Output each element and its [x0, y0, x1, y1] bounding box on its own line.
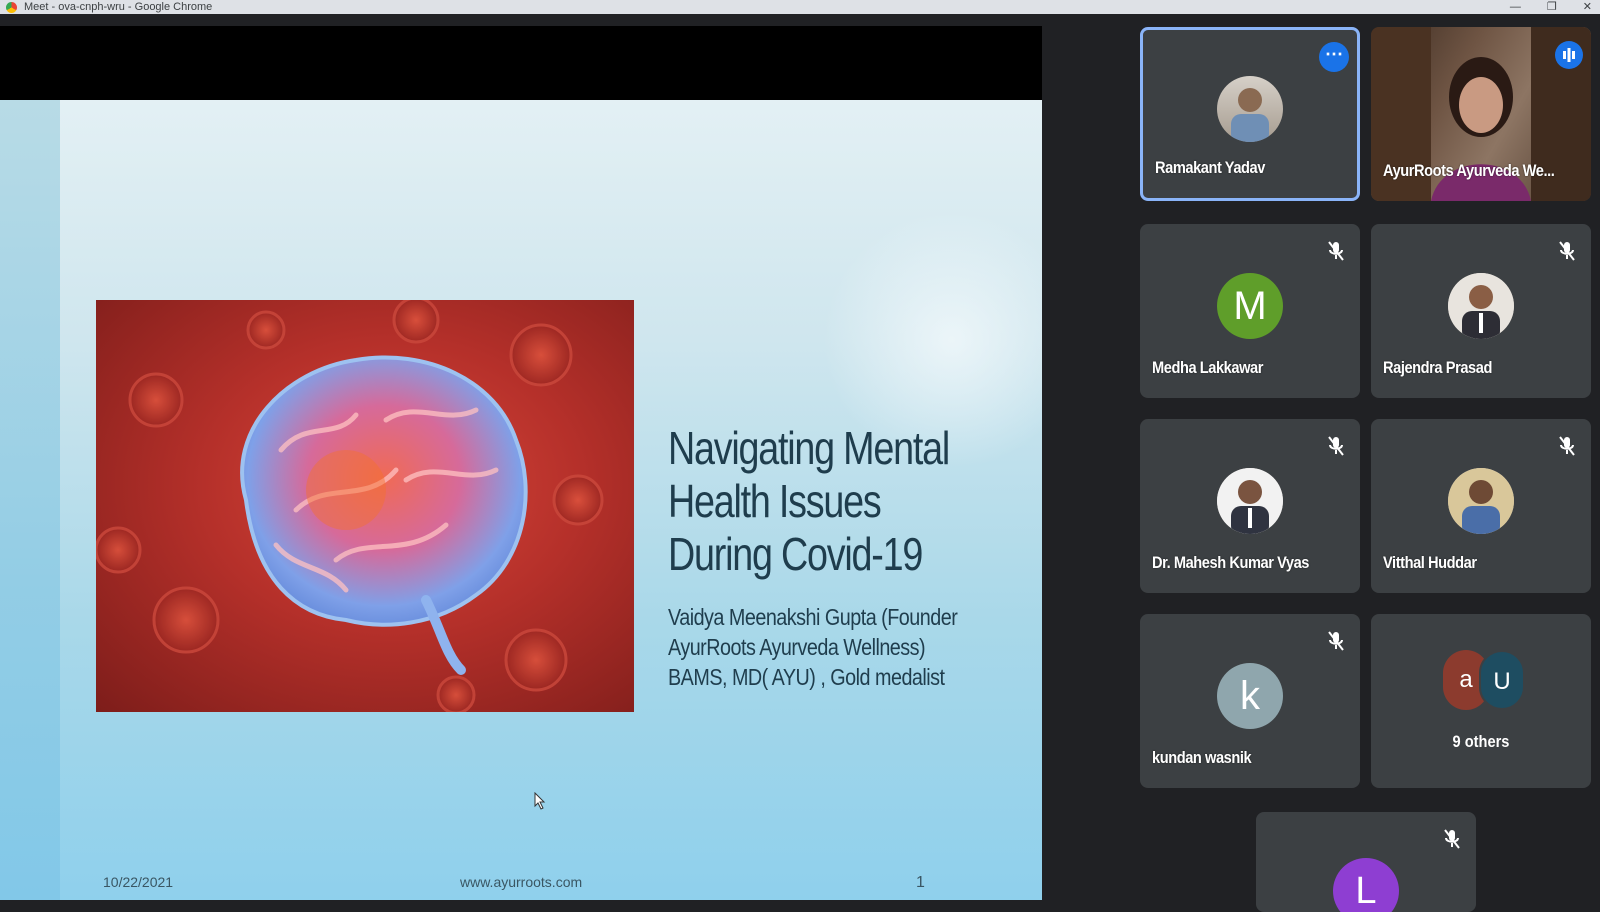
- window-controls: — ❐ ✕: [1510, 0, 1592, 14]
- avatar: [1448, 273, 1514, 339]
- slide-footer-url: www.ayurroots.com: [460, 874, 583, 890]
- minimize-icon[interactable]: —: [1510, 0, 1521, 14]
- brain-virus-image: [96, 300, 634, 712]
- slide-title-line: Health Issues: [668, 475, 882, 527]
- participant-tile[interactable]: ⋯ Ramakant Yadav: [1140, 27, 1360, 201]
- mouse-cursor-icon: [534, 791, 546, 815]
- participant-name: Medha Lakkawar: [1152, 358, 1263, 377]
- slide-footer-date: 10/22/2021: [103, 874, 174, 890]
- slide-left-band: [0, 100, 60, 900]
- participant-tile[interactable]: L: [1256, 812, 1476, 912]
- restore-icon[interactable]: ❐: [1547, 0, 1557, 14]
- participant-tile[interactable]: Rajendra Prasad: [1371, 224, 1591, 398]
- slide-page-number: 1: [916, 874, 925, 891]
- avatar: U: [1479, 650, 1525, 710]
- presentation-slide: Navigating Mental Health Issues During C…: [0, 100, 1042, 900]
- participant-tile[interactable]: Vitthal Huddar: [1371, 419, 1591, 593]
- speaking-indicator-icon: [1555, 41, 1583, 69]
- others-avatars: a U: [1443, 650, 1525, 710]
- presentation-letterbox: [0, 26, 1042, 100]
- slide-subtitle-line: Vaidya Meenakshi Gupta (Founder: [668, 604, 958, 630]
- mic-off-icon: [1326, 240, 1346, 262]
- slide-title-line: During Covid-19: [668, 528, 923, 580]
- participant-name: Vitthal Huddar: [1383, 553, 1477, 572]
- avatar: [1217, 468, 1283, 534]
- participant-tile[interactable]: AyurRoots Ayurveda We...: [1371, 27, 1591, 201]
- avatar: L: [1333, 858, 1399, 912]
- participant-name: Dr. Mahesh Kumar Vyas: [1152, 553, 1310, 572]
- mic-off-icon: [1326, 435, 1346, 457]
- others-count: 9 others: [1452, 732, 1510, 751]
- browser-title-bar: Meet - ova-cnph-wru - Google Chrome — ❐ …: [0, 0, 1600, 14]
- mic-off-icon: [1326, 630, 1346, 652]
- avatar: [1217, 76, 1283, 142]
- close-icon[interactable]: ✕: [1583, 0, 1592, 14]
- slide-subtitle-line: BAMS, MD( AYU) , Gold medalist: [668, 664, 945, 690]
- participant-tile[interactable]: Dr. Mahesh Kumar Vyas: [1140, 419, 1360, 593]
- participant-name: AyurRoots Ayurveda We...: [1383, 161, 1555, 180]
- participant-name: Rajendra Prasad: [1383, 358, 1492, 377]
- slide-subtitle: Vaidya Meenakshi Gupta (Founder AyurRoot…: [668, 602, 958, 692]
- slide-title: Navigating Mental Health Issues During C…: [668, 422, 950, 581]
- mic-off-icon: [1442, 828, 1462, 850]
- more-options-icon[interactable]: ⋯: [1319, 42, 1349, 72]
- participant-tile[interactable]: k kundan wasnik: [1140, 614, 1360, 788]
- mic-off-icon: [1557, 240, 1577, 262]
- others-tile[interactable]: a U 9 others: [1371, 614, 1591, 788]
- chrome-icon: [6, 2, 17, 13]
- slide-subtitle-line: AyurRoots Ayurveda Wellness): [668, 634, 926, 660]
- avatar: k: [1217, 663, 1283, 729]
- window-title: Meet - ova-cnph-wru - Google Chrome: [24, 1, 213, 13]
- participant-tile[interactable]: M Medha Lakkawar: [1140, 224, 1360, 398]
- slide-title-line: Navigating Mental: [668, 422, 950, 474]
- avatar: [1448, 468, 1514, 534]
- mic-off-icon: [1557, 435, 1577, 457]
- participant-name: kundan wasnik: [1152, 748, 1252, 767]
- participant-name: Ramakant Yadav: [1155, 158, 1265, 177]
- avatar: M: [1217, 273, 1283, 339]
- presentation-view: Navigating Mental Health Issues During C…: [0, 26, 1042, 900]
